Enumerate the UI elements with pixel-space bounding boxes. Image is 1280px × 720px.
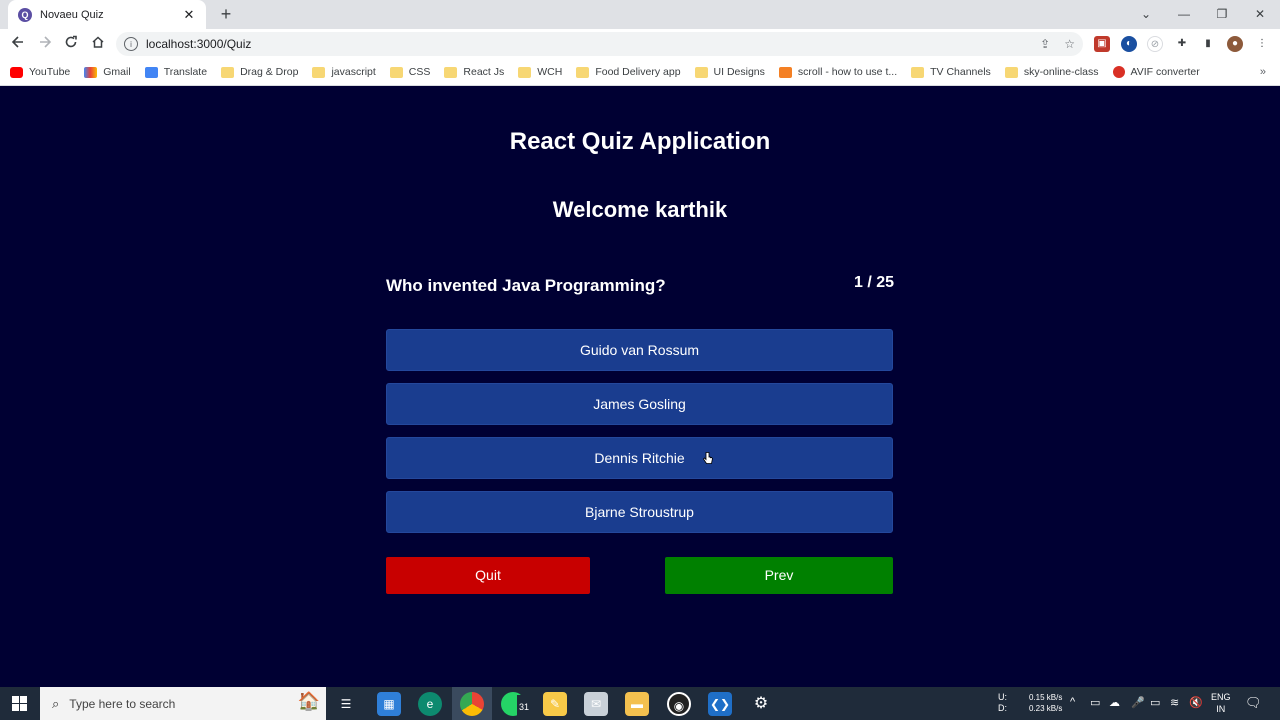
extensions-puzzle-icon[interactable]: ✚ bbox=[1174, 36, 1190, 52]
settings-gear-icon[interactable]: ⚙ bbox=[749, 692, 773, 716]
microphone-icon[interactable]: 🎤 bbox=[1131, 696, 1145, 720]
whatsapp-badge: 31 bbox=[516, 695, 531, 719]
bookmark-youtube[interactable]: YouTube bbox=[10, 66, 70, 78]
new-tab-button[interactable]: + bbox=[216, 4, 236, 24]
folder-icon bbox=[221, 66, 235, 78]
browser-toolbar: i localhost:3000/Quiz ⇪ ☆ ▣ ◐ ⊘ ✚ ▮ ● ⋮ bbox=[0, 29, 1280, 59]
question-counter: 1 / 25 bbox=[853, 274, 894, 291]
folder-icon bbox=[576, 66, 590, 78]
wifi-icon[interactable]: ≋ bbox=[1170, 696, 1179, 720]
restore-button[interactable]: ❐ bbox=[1203, 0, 1241, 29]
minimize-button[interactable]: — bbox=[1165, 0, 1203, 29]
notifications-icon[interactable]: 🗨 bbox=[1245, 695, 1262, 720]
search-icon: ⌕ bbox=[52, 695, 60, 711]
microsoft-store-icon[interactable]: ▦ bbox=[377, 692, 401, 716]
site-info-icon[interactable]: i bbox=[124, 37, 138, 51]
bookmark-css[interactable]: CSS bbox=[389, 66, 430, 78]
sticky-notes-icon[interactable]: ✎ bbox=[543, 692, 567, 716]
vscode-icon[interactable]: ❮❯ bbox=[708, 692, 732, 716]
edge-icon[interactable]: e bbox=[418, 692, 442, 716]
windows-start-icon[interactable] bbox=[12, 696, 27, 711]
prev-button[interactable]: Prev bbox=[665, 557, 893, 594]
option-button[interactable]: Bjarne Stroustrup bbox=[386, 491, 893, 533]
gmail-icon bbox=[84, 66, 98, 78]
bookmarks-bar: YouTube Gmail Translate Drag & Drop java… bbox=[0, 59, 1280, 86]
hand-cursor-icon bbox=[702, 452, 713, 464]
bookmark-avif-converter[interactable]: AVIF converter bbox=[1112, 66, 1200, 78]
side-panel-icon[interactable]: ▮ bbox=[1200, 36, 1216, 52]
share-icon[interactable]: ⇪ bbox=[1040, 37, 1050, 51]
translate-icon bbox=[144, 66, 158, 78]
speaker-muted-icon[interactable]: 🔇 bbox=[1189, 696, 1203, 720]
bookmark-drag-drop[interactable]: Drag & Drop bbox=[221, 66, 298, 78]
url-text[interactable]: localhost:3000/Quiz bbox=[146, 37, 1026, 51]
tray-overflow-chevron-icon[interactable]: ^ bbox=[1070, 696, 1075, 720]
bookmark-wch[interactable]: WCH bbox=[518, 66, 562, 78]
file-explorer-icon[interactable]: ▬ bbox=[625, 692, 649, 716]
close-tab-icon[interactable]: ✕ bbox=[182, 7, 196, 23]
network-speed-values: 0.15 kB/s 0.23 kB/s bbox=[1029, 693, 1063, 713]
mail-icon[interactable]: ✉ bbox=[584, 692, 608, 716]
bookmark-ui-designs[interactable]: UI Designs bbox=[694, 66, 765, 78]
forward-arrow-icon[interactable] bbox=[34, 33, 56, 55]
task-view-icon[interactable]: ☰ bbox=[334, 692, 358, 716]
youtube-icon bbox=[10, 66, 23, 78]
bookmarks-overflow-icon[interactable]: » bbox=[1260, 66, 1266, 78]
avif-icon bbox=[1112, 66, 1125, 78]
bookmark-tv-channels[interactable]: TV Channels bbox=[911, 66, 991, 78]
tab-title: Novaeu Quiz bbox=[40, 8, 104, 21]
option-button[interactable]: James Gosling bbox=[386, 383, 893, 425]
taskbar-search-box[interactable]: ⌕ Type here to search 🏠 bbox=[40, 687, 326, 720]
folder-icon bbox=[444, 66, 458, 78]
kebab-menu-icon[interactable]: ⋮ bbox=[1254, 36, 1270, 52]
profile-avatar[interactable]: ● bbox=[1227, 36, 1243, 52]
browser-tab[interactable]: Q Novaeu Quiz ✕ bbox=[8, 0, 206, 29]
browser-tab-strip: Q Novaeu Quiz ✕ + ⌄ — ❐ ✕ bbox=[0, 0, 1280, 29]
close-window-button[interactable]: ✕ bbox=[1241, 0, 1279, 29]
question-text: Who invented Java Programming? bbox=[386, 276, 666, 295]
bookmark-gmail[interactable]: Gmail bbox=[84, 66, 131, 78]
address-bar[interactable]: i localhost:3000/Quiz ⇪ ☆ bbox=[116, 32, 1083, 56]
quiz-favicon-icon: Q bbox=[18, 7, 32, 22]
tab-search-chevron-icon[interactable]: ⌄ bbox=[1127, 0, 1165, 29]
winter-house-icon: 🏠 bbox=[297, 691, 320, 711]
folder-icon bbox=[694, 66, 708, 78]
quit-button[interactable]: Quit bbox=[386, 557, 590, 594]
whatsapp-icon[interactable]: 31 bbox=[501, 692, 531, 719]
extension-compass-icon[interactable]: ⊘ bbox=[1147, 36, 1163, 52]
taskbar-search-placeholder: Type here to search bbox=[69, 696, 176, 711]
bookmark-javascript[interactable]: javascript bbox=[312, 66, 376, 78]
network-speed-labels: U: D: bbox=[998, 692, 1007, 713]
home-icon[interactable] bbox=[87, 33, 109, 55]
bookmark-scroll[interactable]: scroll - how to use t... bbox=[778, 66, 897, 78]
folder-icon bbox=[312, 66, 326, 78]
stackoverflow-icon bbox=[778, 66, 792, 78]
bookmark-star-icon[interactable]: ☆ bbox=[1064, 37, 1075, 51]
extension-blue-icon[interactable]: ◐ bbox=[1121, 36, 1137, 52]
extension-red-icon[interactable]: ▣ bbox=[1094, 36, 1110, 52]
option-button[interactable]: Guido van Rossum bbox=[386, 329, 893, 371]
obs-icon[interactable]: ◉ bbox=[667, 692, 691, 716]
folder-icon bbox=[518, 66, 532, 78]
bookmark-translate[interactable]: Translate bbox=[144, 66, 207, 78]
chrome-icon[interactable] bbox=[460, 692, 484, 716]
tray-device-icon[interactable]: ▭ bbox=[1090, 696, 1100, 720]
quiz-page: React Quiz Application Welcome karthik W… bbox=[0, 86, 1280, 687]
bookmark-react-js[interactable]: React Js bbox=[444, 66, 504, 78]
bookmark-sky-online-class[interactable]: sky-online-class bbox=[1004, 66, 1099, 78]
reload-icon[interactable] bbox=[60, 33, 82, 55]
back-arrow-icon[interactable] bbox=[7, 33, 29, 55]
bookmark-food-delivery[interactable]: Food Delivery app bbox=[576, 66, 681, 78]
language-indicator[interactable]: ENG IN bbox=[1211, 691, 1231, 720]
battery-icon[interactable]: ▭ bbox=[1150, 696, 1160, 720]
option-button[interactable]: Dennis Ritchie bbox=[386, 437, 893, 479]
app-title: React Quiz Application bbox=[509, 128, 771, 155]
welcome-heading: Welcome karthik bbox=[552, 197, 728, 222]
onedrive-cloud-icon[interactable]: ☁ bbox=[1109, 696, 1120, 720]
folder-icon bbox=[389, 66, 403, 78]
folder-icon bbox=[1004, 66, 1018, 78]
folder-icon bbox=[911, 66, 925, 78]
windows-taskbar: ⌕ Type here to search 🏠 ☰ ▦ e 31 ✎ ✉ ▬ ◉… bbox=[0, 687, 1280, 720]
